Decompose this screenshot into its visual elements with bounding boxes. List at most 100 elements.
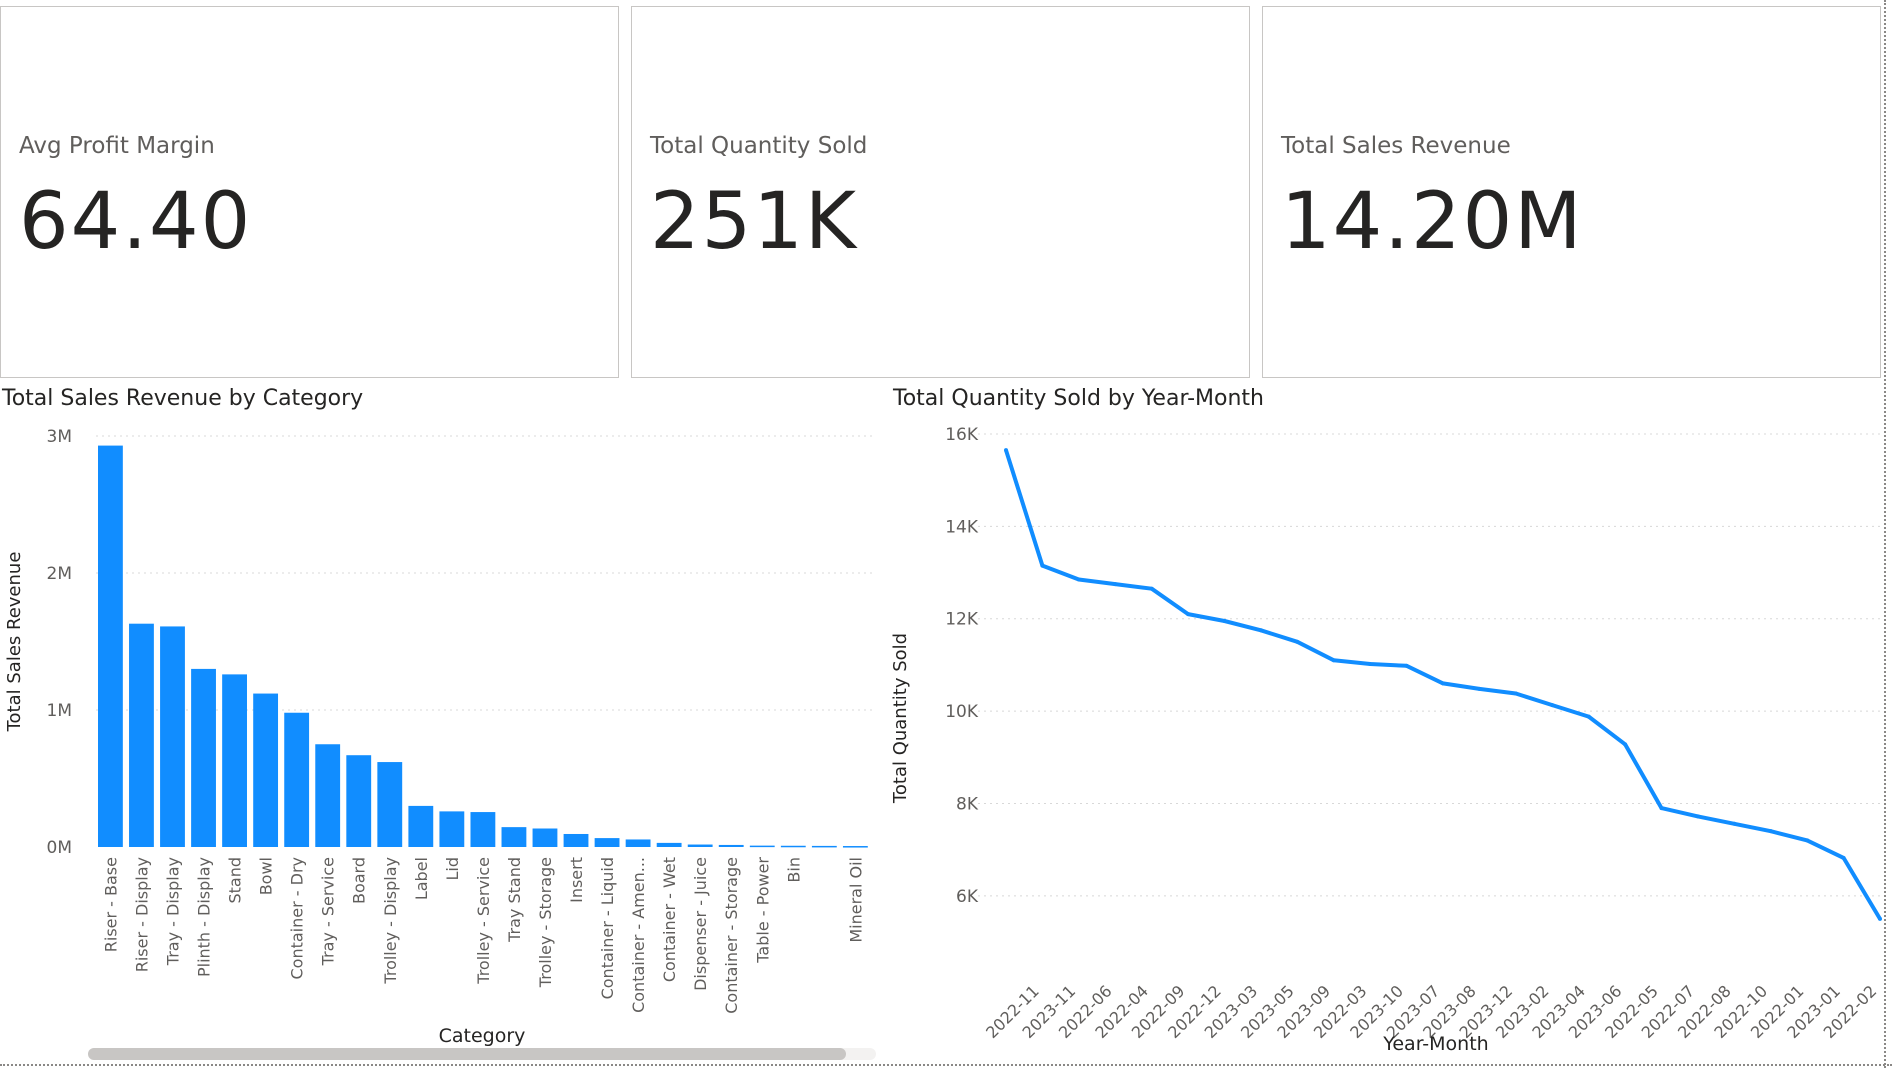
line-point	[1076, 577, 1081, 582]
y-tick-label: 16K	[945, 425, 979, 445]
bar	[408, 805, 434, 847]
y-tick-label: 10K	[945, 702, 979, 722]
line-point	[1878, 916, 1882, 921]
bar	[625, 839, 651, 847]
bar	[780, 845, 806, 848]
bar	[346, 755, 372, 847]
x-tick-label: Label	[412, 857, 431, 900]
x-tick-label: Trolley - Display	[381, 857, 400, 985]
bar	[749, 845, 775, 848]
bar	[439, 811, 465, 847]
line-point	[1695, 814, 1700, 819]
kpi-label: Total Quantity Sold	[650, 133, 868, 159]
bar	[253, 693, 279, 847]
bar-chart-title: Total Sales Revenue by Category	[2, 386, 364, 411]
line-chart-title: Total Quantity Sold by Year-Month	[893, 386, 1264, 411]
bar	[656, 842, 682, 847]
y-tick-label: 2M	[47, 564, 72, 584]
line-point	[1331, 658, 1336, 663]
line-point	[1768, 829, 1773, 834]
bar	[191, 668, 216, 847]
x-tick-label: Trolley - Service	[474, 857, 493, 985]
bar	[315, 744, 341, 847]
x-tick-label: Tray Stand	[505, 857, 524, 943]
x-tick-label: Plinth - Display	[195, 857, 214, 977]
x-tick-label: Tray - Service	[319, 857, 338, 966]
kpi-label: Total Sales Revenue	[1281, 133, 1511, 159]
x-tick-label: Bowl	[257, 857, 276, 895]
bar	[160, 626, 185, 847]
kpi-value: 251K	[650, 177, 859, 267]
y-tick-label: 3M	[47, 427, 72, 447]
x-tick-label: Container - Amen...	[629, 857, 648, 1013]
x-axis-title: Category	[439, 1025, 526, 1047]
bar	[98, 445, 123, 847]
canvas-border-right	[1884, 0, 1886, 1068]
y-tick-label: 1M	[47, 701, 72, 721]
x-tick-label: Riser - Base	[101, 857, 120, 952]
kpi-value: 14.20M	[1281, 177, 1584, 267]
bar	[842, 846, 868, 848]
x-tick-label: Container - Liquid	[598, 857, 617, 999]
line-point	[1586, 714, 1591, 719]
bar	[377, 762, 403, 847]
kpi-value: 64.40	[19, 177, 253, 267]
line-point	[1186, 612, 1191, 617]
x-tick-label: Dispenser - Juice	[691, 857, 710, 991]
line-point	[1258, 628, 1263, 633]
x-tick-label: Mineral Oil	[846, 857, 865, 943]
line-point	[1841, 855, 1846, 860]
bar	[284, 712, 310, 847]
x-tick-label: Insert	[567, 857, 586, 903]
bar	[563, 833, 589, 847]
kpi-card-sales-revenue[interactable]: Total Sales Revenue 14.20M	[1262, 6, 1881, 378]
x-tick-label: Bin	[784, 857, 803, 883]
bar-chart[interactable]: 0M 1M 2M 3M Riser - Base Riser - Display Tray …	[0, 412, 880, 1052]
y-tick-label: 14K	[945, 517, 979, 537]
line-point	[1477, 686, 1482, 691]
bar	[532, 828, 558, 847]
bar	[129, 623, 154, 847]
line-point	[1732, 821, 1737, 826]
kpi-card-profit-margin[interactable]: Avg Profit Margin 64.40	[0, 6, 619, 378]
y-tick-label: 6K	[956, 887, 979, 907]
bar	[222, 674, 247, 847]
line-chart[interactable]: 6K8K10K12K14K16K2022-112023-112022-06202…	[880, 412, 1884, 1062]
bar	[811, 845, 837, 848]
kpi-card-quantity-sold[interactable]: Total Quantity Sold 251K	[631, 6, 1250, 378]
bar	[718, 844, 744, 847]
bar	[687, 844, 713, 847]
bar	[470, 812, 496, 847]
x-tick-label: Tray - Display	[163, 857, 182, 966]
x-tick-label: Container - Dry	[288, 857, 307, 980]
y-tick-label: 0M	[47, 838, 72, 858]
line-point	[1513, 691, 1518, 696]
line-point	[1368, 661, 1373, 666]
x-tick-label: Riser - Display	[132, 857, 151, 972]
bar	[501, 827, 527, 847]
line-point	[1222, 619, 1227, 624]
line-point	[1550, 703, 1555, 708]
kpi-label: Avg Profit Margin	[19, 133, 215, 159]
y-axis-title: Total Quantity Sold	[890, 633, 911, 804]
x-tick-label: Table - Power	[753, 857, 772, 964]
line-point	[1113, 582, 1118, 587]
line-point	[1295, 639, 1300, 644]
line-point	[1040, 563, 1045, 568]
line-point	[1659, 806, 1664, 811]
canvas-border-bottom	[0, 1064, 1892, 1066]
line-point	[1623, 742, 1628, 747]
bar	[594, 838, 620, 847]
x-axis-title: Year-Month	[1382, 1033, 1488, 1055]
y-axis-title: Total Sales Revenue	[4, 552, 25, 733]
x-tick-label: Container - Storage	[722, 857, 741, 1014]
y-tick-label: 12K	[945, 610, 979, 630]
line-point	[1441, 681, 1445, 686]
x-tick-label: Trolley - Storage	[536, 857, 555, 988]
x-tick-label: Container - Wet	[660, 857, 679, 982]
line-point	[1404, 663, 1409, 668]
line-point	[1004, 448, 1008, 453]
x-tick-label: Stand	[226, 857, 245, 904]
x-tick-label: Lid	[443, 857, 462, 881]
horizontal-scrollbar-thumb[interactable]	[88, 1048, 846, 1060]
